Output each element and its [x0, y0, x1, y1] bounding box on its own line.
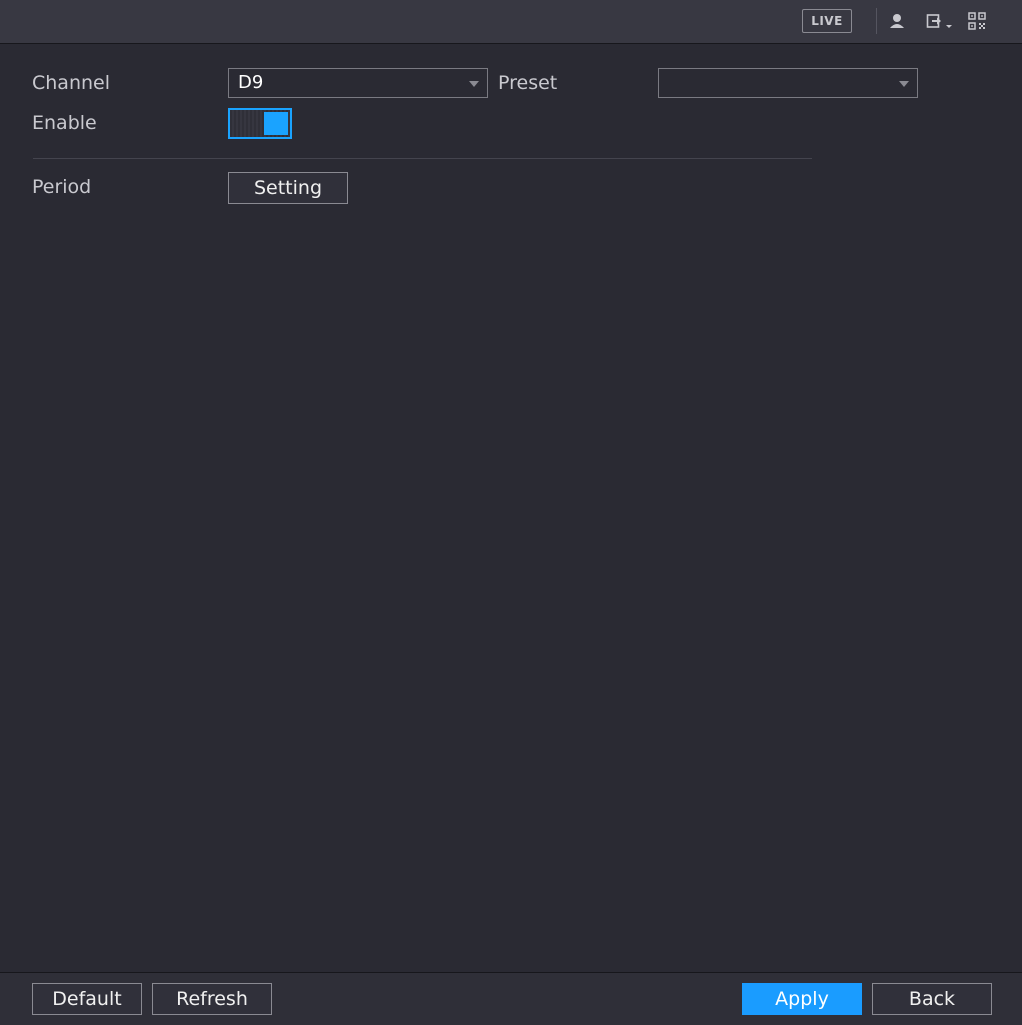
channel-select[interactable]: D9	[228, 68, 488, 98]
apply-button[interactable]: Apply	[742, 983, 862, 1015]
footer-bar: Default Refresh Apply Back	[0, 972, 1022, 1025]
toggle-knob	[264, 112, 288, 135]
channel-label: Channel	[32, 72, 111, 94]
enable-toggle[interactable]	[228, 108, 292, 139]
refresh-button[interactable]: Refresh	[152, 983, 272, 1015]
preset-select[interactable]	[658, 68, 918, 98]
setting-button[interactable]: Setting	[228, 172, 348, 204]
top-bar-separator	[876, 8, 877, 34]
period-label: Period	[32, 176, 92, 198]
channel-select-value: D9	[238, 72, 264, 93]
divider	[33, 158, 812, 159]
default-button[interactable]: Default	[32, 983, 142, 1015]
chevron-down-icon	[469, 81, 479, 87]
chevron-down-icon	[899, 81, 909, 87]
live-button[interactable]: LIVE	[802, 9, 852, 33]
enable-label: Enable	[32, 112, 97, 134]
back-button[interactable]: Back	[872, 983, 992, 1015]
user-icon[interactable]	[888, 12, 908, 32]
top-bar: LIVE	[0, 0, 1022, 44]
logout-icon[interactable]	[926, 12, 952, 32]
preset-label: Preset	[498, 72, 558, 94]
qr-code-icon[interactable]	[968, 12, 988, 32]
